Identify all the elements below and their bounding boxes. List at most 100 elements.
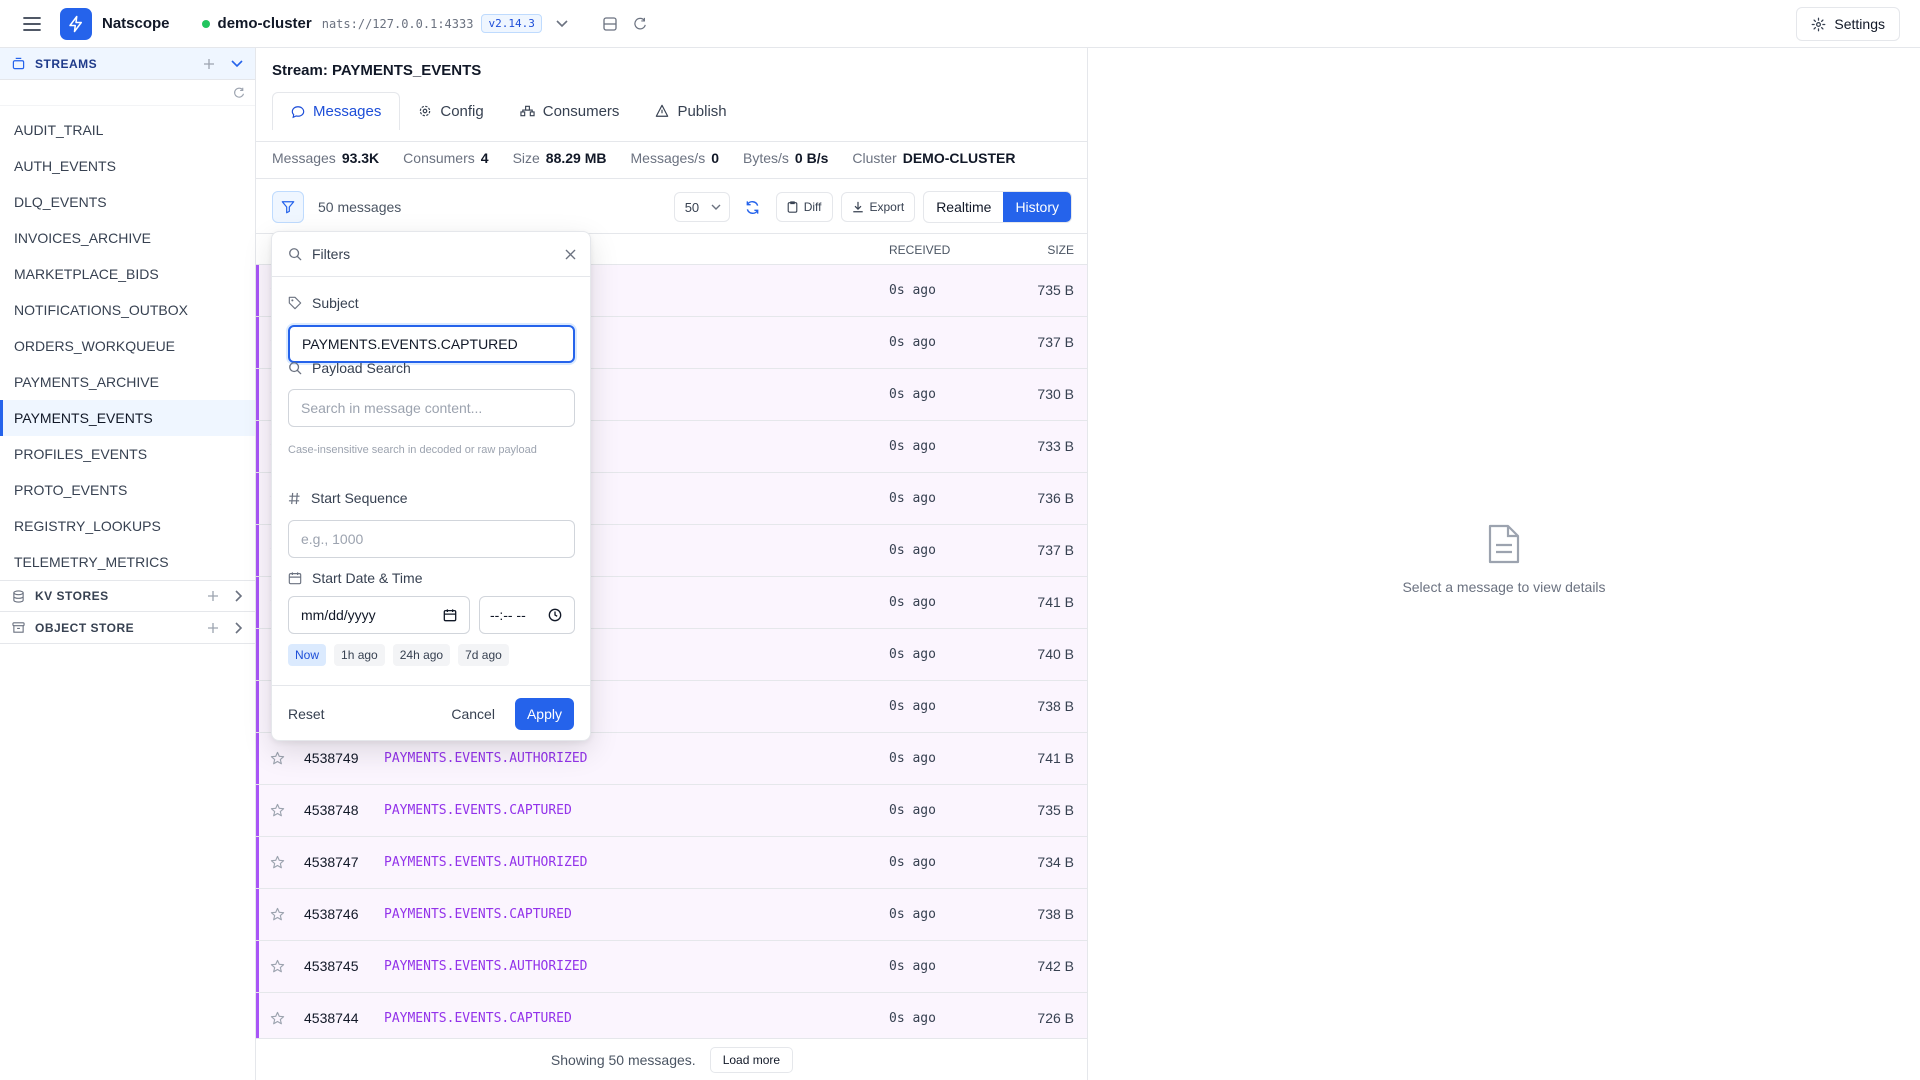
chevron-down-icon[interactable] [552, 14, 572, 34]
star-icon[interactable] [270, 1011, 285, 1026]
clipboard-icon [787, 201, 798, 213]
row-size: 742 B [1037, 958, 1074, 974]
settings-button[interactable]: Settings [1796, 7, 1900, 41]
sidebar-item-payments-archive[interactable]: PAYMENTS_ARCHIVE [0, 364, 255, 400]
sidebar-item-audit-trail[interactable]: AUDIT_TRAIL [0, 112, 255, 148]
quick-now-button[interactable]: Now [288, 644, 327, 666]
sidebar-item-auth-events[interactable]: AUTH_EVENTS [0, 148, 255, 184]
sidebar-item-notifications-outbox[interactable]: NOTIFICATIONS_OUTBOX [0, 292, 255, 328]
start-sequence-label: Start Sequence [288, 490, 408, 506]
refresh-icon [746, 200, 759, 214]
realtime-mode-button[interactable]: Realtime [924, 192, 1003, 222]
tab-config[interactable]: Config [400, 92, 501, 130]
stat-messages: Messages 93.3K [272, 150, 380, 166]
sidebar-item-orders-workqueue[interactable]: ORDERS_WORKQUEUE [0, 328, 255, 364]
row-sequence: 4538746 [304, 906, 359, 922]
start-date-input[interactable]: mm/dd/yyyy [288, 596, 470, 634]
row-sequence: 4538745 [304, 958, 359, 974]
payload-search-label: Payload Search [288, 360, 411, 376]
row-subject: PAYMENTS.EVENTS.CAPTURED [384, 803, 572, 818]
sidebar-item-registry-lookups[interactable]: REGISTRY_LOOKUPS [0, 508, 255, 544]
refresh-icon[interactable] [233, 87, 245, 99]
column-size[interactable]: SIZE [1047, 243, 1074, 257]
streams-section-header[interactable]: STREAMS [0, 48, 255, 80]
close-icon[interactable] [565, 249, 576, 260]
filter-button[interactable] [272, 191, 304, 223]
tab-messages[interactable]: Messages [272, 92, 401, 130]
row-sequence: 4538747 [304, 854, 359, 870]
subject-input[interactable] [288, 325, 575, 363]
table-row[interactable]: 4538748 PAYMENTS.EVENTS.CAPTURED 0s ago 735… [256, 785, 1087, 837]
history-mode-button[interactable]: History [1003, 192, 1071, 222]
sidebar-item-telemetry-metrics[interactable]: TELEMETRY_METRICS [0, 544, 255, 580]
diff-button[interactable]: Diff [775, 192, 833, 222]
quick-1h-button[interactable]: 1h ago [334, 644, 385, 666]
quick-24h-button[interactable]: 24h ago [392, 644, 451, 666]
tab-publish[interactable]: Publish [637, 92, 744, 130]
start-sequence-input[interactable] [288, 520, 575, 558]
star-icon[interactable] [270, 751, 285, 766]
apply-button[interactable]: Apply [514, 697, 574, 730]
kv-stores-section-header[interactable]: KV STORES [0, 580, 255, 612]
sidebar-item-proto-events[interactable]: PROTO_EVENTS [0, 472, 255, 508]
object-store-section-header[interactable]: OBJECT STORE [0, 612, 255, 644]
column-received[interactable]: RECEIVED [889, 243, 950, 257]
row-received: 0s ago [889, 699, 936, 714]
row-size: 738 B [1037, 698, 1074, 714]
chevron-down-icon[interactable] [231, 59, 243, 68]
export-button[interactable]: Export [840, 192, 916, 222]
sidebar-item-marketplace-bids[interactable]: MARKETPLACE_BIDS [0, 256, 255, 292]
star-icon[interactable] [270, 907, 285, 922]
sidebar-item-dlq-events[interactable]: DLQ_EVENTS [0, 184, 255, 220]
page-size-select[interactable]: 50 [673, 192, 730, 222]
add-object-icon[interactable] [207, 622, 219, 634]
database-icon [12, 589, 25, 603]
refresh-icon[interactable] [630, 14, 650, 34]
stat-cluster: Cluster DEMO-CLUSTER [852, 150, 1016, 166]
sidebar-item-payments-events[interactable]: PAYMENTS_EVENTS [0, 400, 255, 436]
logo-icon [60, 7, 92, 40]
row-received: 0s ago [889, 283, 936, 298]
star-icon[interactable] [270, 959, 285, 974]
table-row[interactable]: 4538747 PAYMENTS.EVENTS.AUTHORIZED 0s ago 7… [256, 837, 1087, 889]
quick-7d-button[interactable]: 7d ago [458, 644, 509, 666]
row-received: 0s ago [889, 335, 936, 350]
stream-stats: Messages 93.3K Consumers 4 Size 88.29 MB Me… [272, 150, 1016, 166]
row-size: 735 B [1037, 802, 1074, 818]
filters-header: Filters [272, 232, 590, 277]
star-icon[interactable] [270, 803, 285, 818]
start-time-input[interactable]: --:-- -- [479, 596, 575, 634]
tab-consumers[interactable]: Consumers [502, 92, 638, 130]
sidebar-item-profiles-events[interactable]: PROFILES_EVENTS [0, 436, 255, 472]
showing-count: Showing 50 messages. [550, 1051, 696, 1068]
streams-icon [12, 57, 25, 70]
row-size: 740 B [1037, 646, 1074, 662]
kv-stores-label: KV STORES [35, 589, 109, 603]
layout-icon[interactable] [600, 14, 620, 34]
chevron-down-icon [711, 204, 721, 210]
chevron-right-icon[interactable] [235, 621, 243, 634]
refresh-messages-button[interactable] [738, 192, 768, 222]
load-more-button[interactable]: Load more [709, 1046, 794, 1073]
add-stream-icon[interactable] [203, 58, 215, 70]
table-row[interactable]: 4538746 PAYMENTS.EVENTS.CAPTURED 0s ago 738… [256, 889, 1087, 941]
stream-tabs: Messages Config Consumers Publish [272, 92, 745, 130]
cancel-button[interactable]: Cancel [451, 706, 495, 722]
diff-label: Diff [803, 200, 822, 214]
sidebar-item-invoices-archive[interactable]: INVOICES_ARCHIVE [0, 220, 255, 256]
row-size: 734 B [1037, 854, 1074, 870]
stat-size: Size 88.29 MB [512, 150, 607, 166]
stat-messages-per-sec: Messages/s 0 [630, 150, 720, 166]
menu-icon[interactable] [20, 12, 44, 36]
reset-button[interactable]: Reset [288, 706, 325, 722]
add-kv-icon[interactable] [207, 590, 219, 602]
row-received: 0s ago [889, 855, 936, 870]
table-row[interactable]: 4538745 PAYMENTS.EVENTS.AUTHORIZED 0s ago 7… [256, 941, 1087, 993]
star-icon[interactable] [270, 855, 285, 870]
connection-status-dot [201, 19, 210, 28]
row-size: 741 B [1037, 750, 1074, 766]
row-size: 733 B [1037, 438, 1074, 454]
payload-search-input[interactable] [288, 389, 575, 427]
chevron-right-icon[interactable] [235, 590, 243, 602]
cluster-name[interactable]: demo-cluster [218, 15, 312, 32]
